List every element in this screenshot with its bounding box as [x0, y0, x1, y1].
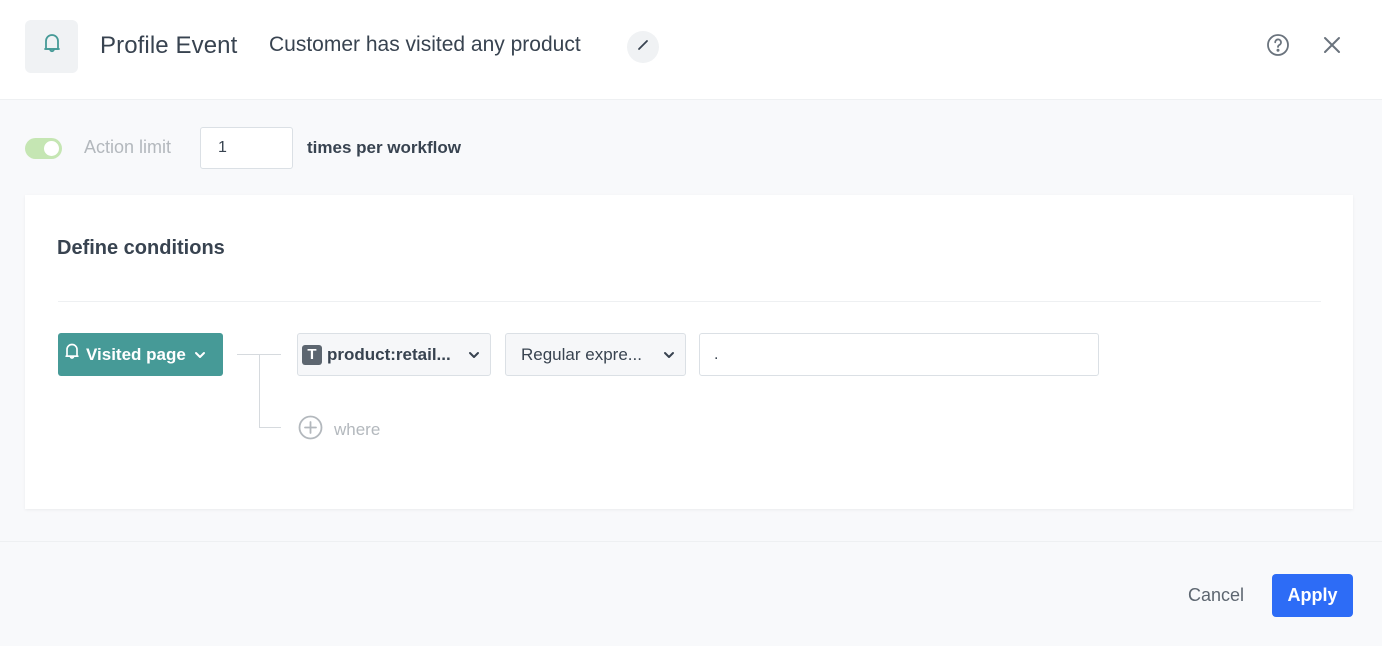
parameter-label: product:retail...	[327, 344, 451, 364]
cancel-button[interactable]: Cancel	[1176, 574, 1256, 617]
text-type-icon: T	[302, 344, 322, 365]
event-selector-label: Visited page	[86, 344, 186, 364]
add-where-button[interactable]: where	[298, 415, 380, 445]
action-limit-row: Action limit times per workflow	[25, 127, 625, 169]
close-button[interactable]	[1318, 33, 1346, 61]
event-name: Customer has visited any product	[269, 33, 581, 56]
apply-button[interactable]: Apply	[1272, 574, 1353, 617]
action-limit-input[interactable]	[200, 127, 293, 169]
condition-value-input[interactable]	[699, 333, 1099, 376]
toggle-knob	[44, 141, 59, 156]
chevron-down-icon	[468, 348, 480, 366]
action-limit-label: Action limit	[84, 137, 172, 157]
edit-name-button[interactable]	[627, 31, 659, 63]
chevron-down-icon	[194, 351, 206, 359]
operator-dropdown[interactable]: Regular expre...	[505, 333, 686, 376]
operator-label: Regular expre...	[521, 344, 642, 364]
divider	[58, 301, 1321, 302]
tree-connector	[259, 354, 260, 428]
plus-circle-icon	[298, 415, 323, 445]
chevron-down-icon	[663, 348, 675, 366]
bell-icon	[43, 32, 61, 61]
bell-icon	[64, 342, 80, 367]
conditions-title: Define conditions	[57, 237, 225, 259]
parameter-dropdown[interactable]: T product:retail...	[297, 333, 491, 376]
conditions-card: Define conditions Visited page T product…	[25, 195, 1353, 509]
modal-title: Profile Event	[100, 32, 238, 59]
action-limit-toggle[interactable]	[25, 138, 62, 159]
help-button[interactable]	[1264, 33, 1292, 61]
question-circle-icon	[1266, 33, 1290, 62]
pencil-icon	[637, 38, 649, 56]
tree-connector	[259, 427, 281, 428]
event-selector-button[interactable]: Visited page	[58, 333, 223, 376]
action-limit-suffix: times per workflow	[307, 138, 461, 157]
event-type-icon-box	[25, 20, 78, 73]
close-icon	[1322, 35, 1342, 60]
modal-header: Profile Event Customer has visited any p…	[0, 0, 1382, 100]
footer-divider	[0, 541, 1382, 542]
add-where-label: where	[334, 420, 381, 439]
